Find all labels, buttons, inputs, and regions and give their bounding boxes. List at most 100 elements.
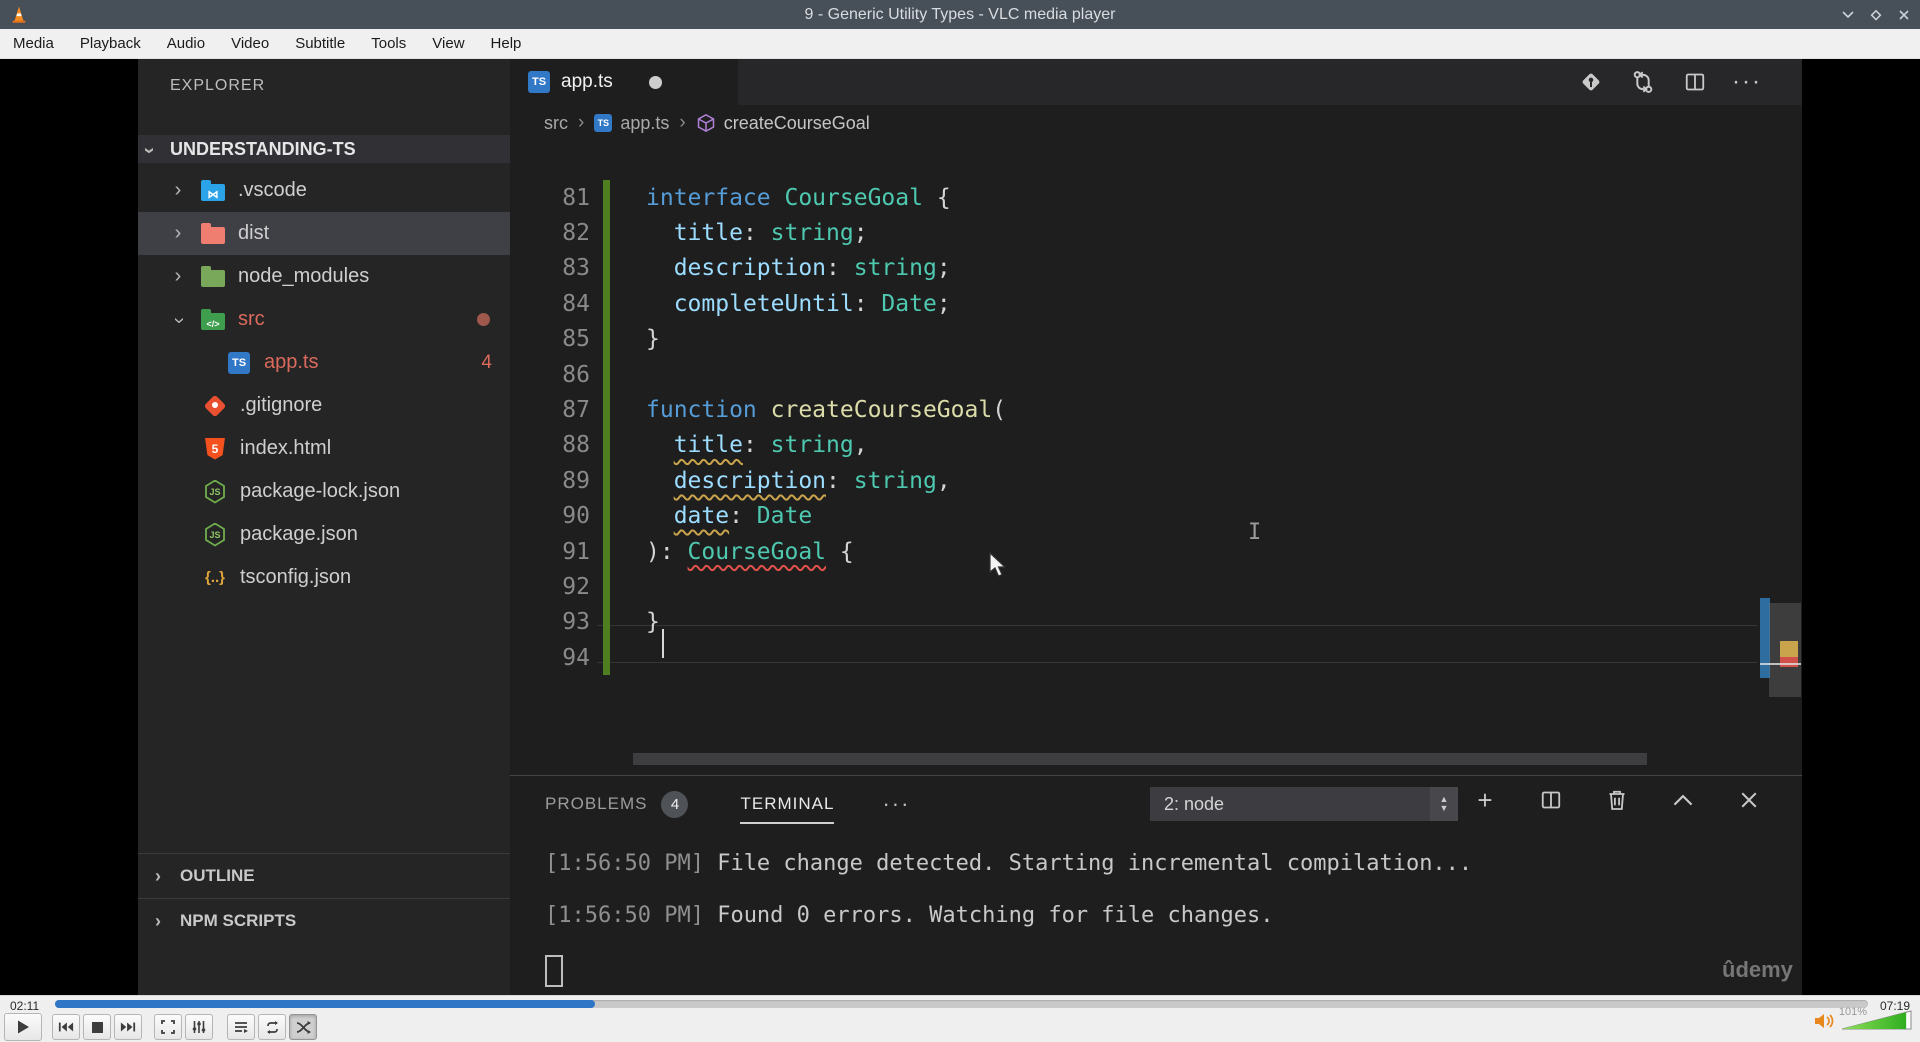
panel-header: PROBLEMS 4 TERMINAL ··· 2: node ▲ ▼ + [510, 776, 1802, 832]
git-added-bar [603, 215, 610, 251]
git-added-bar [603, 427, 610, 464]
tree-item--gitignore[interactable]: .gitignore [138, 384, 510, 427]
close-panel-icon[interactable] [1736, 787, 1762, 813]
sidebar-bottom-sections: › OUTLINE › NPM SCRIPTS [138, 853, 510, 943]
file-tsconfig-icon: {..} [204, 569, 225, 586]
sync-changes-icon[interactable] [1630, 69, 1656, 95]
unsaved-dot-icon[interactable] [648, 75, 662, 89]
terminal-message: File change detected. Starting increment… [703, 851, 1473, 876]
menu-item-video[interactable]: Video [218, 29, 282, 58]
menu-item-subtitle[interactable]: Subtitle [282, 29, 358, 58]
speaker-icon[interactable] [1814, 1012, 1836, 1030]
menu-item-audio[interactable]: Audio [154, 29, 218, 58]
menu-item-media[interactable]: Media [0, 29, 67, 58]
code-line-82[interactable]: 82 title: string; [510, 215, 1802, 251]
tree-item-label: src [238, 308, 265, 330]
playlist-button[interactable] [227, 1014, 255, 1040]
tree-item-label: .gitignore [240, 394, 323, 416]
vlc-window: 9 - Generic Utility Types - VLC media pl… [0, 0, 1920, 1042]
maximize-icon[interactable] [1868, 7, 1884, 23]
fullscreen-button[interactable] [154, 1014, 182, 1040]
horizontal-scrollbar[interactable] [633, 753, 1647, 765]
tab-terminal[interactable]: TERMINAL [740, 794, 835, 824]
shuffle-button[interactable] [289, 1014, 317, 1040]
code-editor[interactable]: 81 interface CourseGoal {82 title: string… [510, 180, 1802, 676]
tree-item-app-ts[interactable]: TS app.ts 4 [138, 341, 510, 384]
code-line-91[interactable]: 91): CourseGoal { [510, 533, 1802, 570]
code-line-89[interactable]: 89 description: string, [510, 463, 1802, 499]
git-added-bar [603, 604, 610, 641]
tree-item--vscode[interactable]: › ⋈ .vscode [138, 169, 510, 212]
line-number: 92 [562, 573, 590, 600]
tree-item-package-json[interactable]: JS package.json [138, 513, 510, 556]
extended-settings-button[interactable] [185, 1014, 213, 1040]
next-button[interactable] [114, 1014, 142, 1040]
symbol-cube-icon [696, 113, 716, 133]
code-line-93[interactable]: 93} [510, 604, 1802, 641]
window-title: 9 - Generic Utility Types - VLC media pl… [804, 5, 1116, 23]
git-added-bar [603, 392, 610, 428]
new-terminal-icon[interactable]: + [1472, 785, 1498, 815]
code-line-83[interactable]: 83 description: string; [510, 250, 1802, 287]
tree-item-src[interactable]: › </> src [138, 298, 510, 341]
workspace-header[interactable]: › UNDERSTANDING-TS [138, 135, 510, 163]
code-text: } [646, 326, 660, 353]
tree-item-index-html[interactable]: 5 index.html [138, 427, 510, 470]
menu-item-help[interactable]: Help [478, 29, 535, 58]
menu-item-view[interactable]: View [419, 29, 477, 58]
menu-item-playback[interactable]: Playback [67, 29, 154, 58]
stop-button[interactable] [83, 1014, 111, 1040]
breadcrumb: src › TS app.ts › createCourseGoal [510, 105, 1802, 141]
tab-app-ts[interactable]: TS app.ts [510, 59, 738, 105]
split-terminal-icon[interactable] [1538, 787, 1564, 813]
seek-bar[interactable] [55, 1000, 1868, 1008]
breadcrumb-symbol[interactable]: createCourseGoal [724, 113, 870, 134]
sidebar-section-npm-scripts[interactable]: › NPM SCRIPTS [138, 898, 510, 943]
previous-button[interactable] [52, 1014, 80, 1040]
code-line-87[interactable]: 87 function createCourseGoal( [510, 392, 1802, 428]
tab-problems[interactable]: PROBLEMS 4 [545, 790, 689, 818]
sidebar-section-outline[interactable]: › OUTLINE [138, 853, 510, 898]
code-line-85[interactable]: 85} [510, 321, 1802, 357]
play-button[interactable] [4, 1013, 42, 1041]
tree-item-node-modules[interactable]: › node_modules [138, 255, 510, 298]
terminal-select[interactable]: 2: node ▲ ▼ [1150, 787, 1458, 821]
code-line-88[interactable]: 88 title: string, [510, 427, 1802, 464]
problems-badge: 4 [481, 351, 492, 373]
line-number: 90 [562, 503, 590, 530]
more-actions-icon[interactable]: ··· [1732, 68, 1760, 95]
explorer-sidebar: EXPLORER › UNDERSTANDING-TS › ⋈ .vscode › di… [138, 59, 510, 995]
code-line-81[interactable]: 81 interface CourseGoal { [510, 180, 1802, 216]
line-number: 84 [562, 290, 590, 317]
code-text: interface CourseGoal { [646, 184, 951, 211]
minimize-icon[interactable] [1840, 7, 1856, 23]
select-arrows-icon: ▲ ▼ [1430, 787, 1458, 821]
panel-more-tabs-icon[interactable]: ··· [882, 791, 910, 817]
terminal-select-value: 2: node [1164, 793, 1225, 814]
breadcrumb-file[interactable]: app.ts [620, 113, 669, 134]
terminal-output[interactable]: [1:56:50 PM] File change detected. Start… [545, 851, 1472, 987]
kill-terminal-icon[interactable] [1604, 787, 1630, 813]
typescript-file-icon: TS [594, 114, 613, 132]
loop-button[interactable] [258, 1014, 286, 1040]
code-line-92[interactable]: 92 [510, 569, 1802, 605]
explorer-tree: › ⋈ .vscode › dist › node_modules › </> src TS app.… [138, 169, 510, 599]
close-icon[interactable] [1896, 7, 1912, 23]
open-changes-icon[interactable] [1578, 69, 1604, 95]
menu-item-tools[interactable]: Tools [358, 29, 419, 58]
tab-label: app.ts [561, 71, 613, 92]
breadcrumb-src[interactable]: src [544, 113, 568, 134]
split-editor-icon[interactable] [1682, 69, 1708, 95]
file-git-icon [202, 394, 228, 417]
chevron-right-icon: › [174, 222, 182, 244]
tree-item-package-lock-json[interactable]: JS package-lock.json [138, 470, 510, 513]
code-line-94[interactable]: 94 [510, 640, 1802, 676]
code-text: } [646, 609, 660, 636]
terminal-timestamp: [1:56:50 PM] [545, 851, 704, 876]
code-line-84[interactable]: 84 completeUntil: Date; [510, 286, 1802, 322]
code-line-86[interactable]: 86 [510, 356, 1802, 393]
tree-item-tsconfig-json[interactable]: {..} tsconfig.json [138, 556, 510, 599]
code-line-90[interactable]: 90 date: Date [510, 498, 1802, 534]
tree-item-dist[interactable]: › dist [138, 212, 510, 255]
maximize-panel-icon[interactable] [1670, 787, 1696, 813]
